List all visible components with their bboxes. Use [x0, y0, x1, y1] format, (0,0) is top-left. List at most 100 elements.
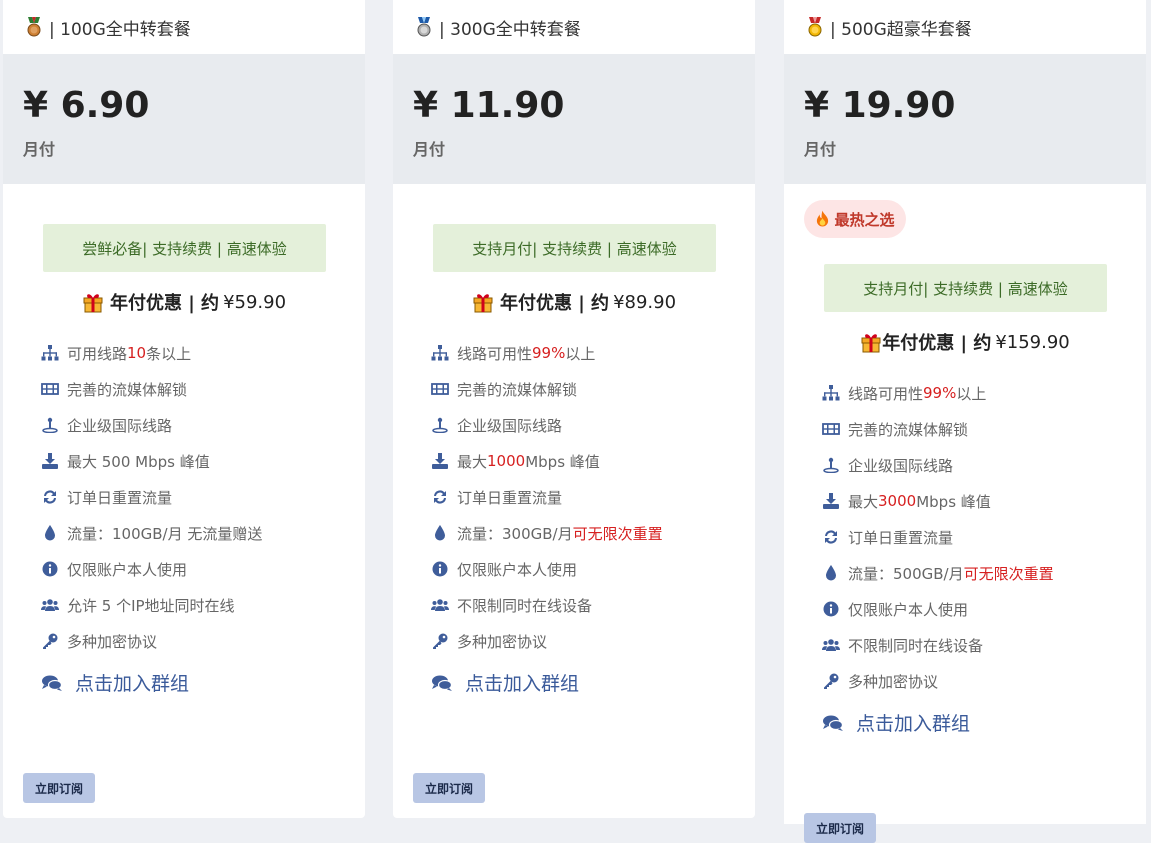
- hot-badge-label: 最热之选: [834, 210, 895, 229]
- location-icon: [41, 417, 59, 433]
- feature-item: 多种加密协议: [431, 623, 731, 659]
- location-icon: [822, 457, 840, 473]
- feature-item: 完善的流媒体解锁: [41, 371, 341, 407]
- feature-item: 仅限账户本人使用: [431, 551, 731, 587]
- drop-icon: [431, 525, 449, 541]
- plan-header: | 300G全中转套餐: [393, 0, 755, 54]
- plan-note: 尝鲜必备| 支持续费 | 高速体验: [43, 224, 326, 272]
- key-icon: [822, 673, 840, 689]
- plan-price: ¥ 11.90: [413, 85, 565, 126]
- feature-item: 可用线路 10 条以上: [41, 335, 341, 371]
- join-group-link[interactable]: 点击加入群组: [431, 669, 579, 696]
- feature-highlight: 可无限次重置: [572, 524, 663, 543]
- feature-item: 流量：300GB/月 可无限次重置: [431, 515, 731, 551]
- feature-text: 允许 5 个IP地址同时在线: [67, 596, 235, 615]
- gift-icon: [860, 331, 882, 353]
- plan-period: 月付: [23, 140, 56, 159]
- feature-text: 流量：100GB/月 无流量赠送: [67, 524, 263, 543]
- feature-text: 不限制同时在线设备: [848, 636, 984, 655]
- download-icon: [431, 453, 449, 469]
- drop-icon: [822, 565, 840, 581]
- subscribe-button[interactable]: 立即订阅: [413, 773, 485, 803]
- feature-item: 线路可用性 99% 以上: [822, 375, 1122, 411]
- feature-item: 企业级国际线路: [41, 407, 341, 443]
- feature-text: 线路可用性: [848, 384, 924, 403]
- feature-text: 企业级国际线路: [457, 416, 563, 435]
- annual-offer: 年付优惠 | 约 ¥89.90: [393, 289, 755, 315]
- comments-icon: [822, 714, 844, 732]
- plan-title: | 100G全中转套餐: [49, 19, 191, 40]
- feature-text: 完善的流媒体解锁: [848, 420, 969, 439]
- feature-text: 可用线路: [67, 344, 128, 363]
- annual-price: ¥159.90: [995, 331, 1070, 353]
- hot-badge: 最热之选: [804, 200, 906, 238]
- join-group-link[interactable]: 点击加入群组: [41, 669, 189, 696]
- feature-text: 仅限账户本人使用: [67, 560, 188, 579]
- subscribe-button[interactable]: 立即订阅: [23, 773, 95, 803]
- join-group-link[interactable]: 点击加入群组: [822, 709, 970, 736]
- feature-text: 完善的流媒体解锁: [457, 380, 578, 399]
- download-icon: [41, 453, 59, 469]
- feature-text: 以上: [565, 344, 596, 363]
- users-icon: [431, 597, 449, 613]
- annual-offer: 年付优惠 | 约 ¥159.90: [784, 329, 1146, 355]
- info-icon: [431, 561, 449, 577]
- feature-text: 订单日重置流量: [67, 488, 173, 507]
- feature-item: 订单日重置流量: [431, 479, 731, 515]
- network-icon: [41, 345, 59, 361]
- feature-item: 仅限账户本人使用: [41, 551, 341, 587]
- refresh-icon: [41, 489, 59, 505]
- download-icon: [822, 493, 840, 509]
- feature-list: 线路可用性 99% 以上 完善的流媒体解锁 企业级国际线路 最大 1000 Mbps …: [431, 335, 731, 659]
- feature-item: 流量：500GB/月 可无限次重置: [822, 555, 1122, 591]
- annual-price: ¥89.90: [613, 291, 677, 313]
- feature-text: 最大 500 Mbps 峰值: [67, 452, 210, 471]
- join-group-label[interactable]: 点击加入群组: [465, 669, 579, 696]
- subscribe-button[interactable]: 立即订阅: [804, 813, 876, 843]
- feature-text: 多种加密协议: [457, 632, 548, 651]
- gift-icon: [82, 291, 104, 313]
- plan-title: | 500G超豪华套餐: [830, 19, 972, 40]
- plan-price: ¥ 6.90: [23, 85, 150, 126]
- price-box: ¥ 11.90 月付: [393, 54, 755, 184]
- plan-note: 支持月付| 支持续费 | 高速体验: [824, 264, 1107, 312]
- feature-list: 可用线路 10 条以上 完善的流媒体解锁 企业级国际线路 最大 500 Mbps 峰…: [41, 335, 341, 659]
- feature-item: 流量：100GB/月 无流量赠送: [41, 515, 341, 551]
- feature-item: 多种加密协议: [41, 623, 341, 659]
- feature-highlight: 10: [127, 344, 147, 362]
- feature-text: Mbps 峰值: [525, 452, 600, 471]
- plan-price: ¥ 19.90: [804, 85, 956, 126]
- silver-medal-icon: [415, 17, 433, 37]
- feature-highlight: 99%: [532, 344, 566, 362]
- plan-header: | 500G超豪华套餐: [784, 0, 1146, 54]
- feature-item: 允许 5 个IP地址同时在线: [41, 587, 341, 623]
- plan-note: 支持月付| 支持续费 | 高速体验: [433, 224, 716, 272]
- gift-icon: [472, 291, 494, 313]
- feature-text: 条以上: [146, 344, 192, 363]
- gold-medal-icon: [806, 17, 824, 37]
- feature-highlight: 3000: [878, 492, 917, 510]
- feature-item: 企业级国际线路: [822, 447, 1122, 483]
- feature-highlight: 可无限次重置: [963, 564, 1054, 583]
- feature-item: 最大 3000 Mbps 峰值: [822, 483, 1122, 519]
- plan-card: | 500G超豪华套餐 ¥ 19.90 月付 最热之选 支持月付| 支持续费 |…: [784, 0, 1146, 843]
- join-group-label[interactable]: 点击加入群组: [856, 709, 970, 736]
- feature-item: 最大 1000 Mbps 峰值: [431, 443, 731, 479]
- refresh-icon: [822, 529, 840, 545]
- plan-period: 月付: [804, 140, 837, 159]
- feature-item: 线路可用性 99% 以上: [431, 335, 731, 371]
- feature-text: 以上: [956, 384, 987, 403]
- info-icon: [822, 601, 840, 617]
- feature-text: 仅限账户本人使用: [848, 600, 969, 619]
- join-group-label[interactable]: 点击加入群组: [75, 669, 189, 696]
- feature-text: Mbps 峰值: [916, 492, 991, 511]
- feature-item: 不限制同时在线设备: [431, 587, 731, 623]
- film-icon: [41, 381, 59, 397]
- comments-icon: [41, 674, 63, 692]
- feature-text: 线路可用性: [457, 344, 533, 363]
- annual-price: ¥59.90: [223, 291, 287, 313]
- annual-offer: 年付优惠 | 约 ¥59.90: [3, 289, 365, 315]
- feature-item: 订单日重置流量: [822, 519, 1122, 555]
- feature-text: 多种加密协议: [848, 672, 939, 691]
- network-icon: [431, 345, 449, 361]
